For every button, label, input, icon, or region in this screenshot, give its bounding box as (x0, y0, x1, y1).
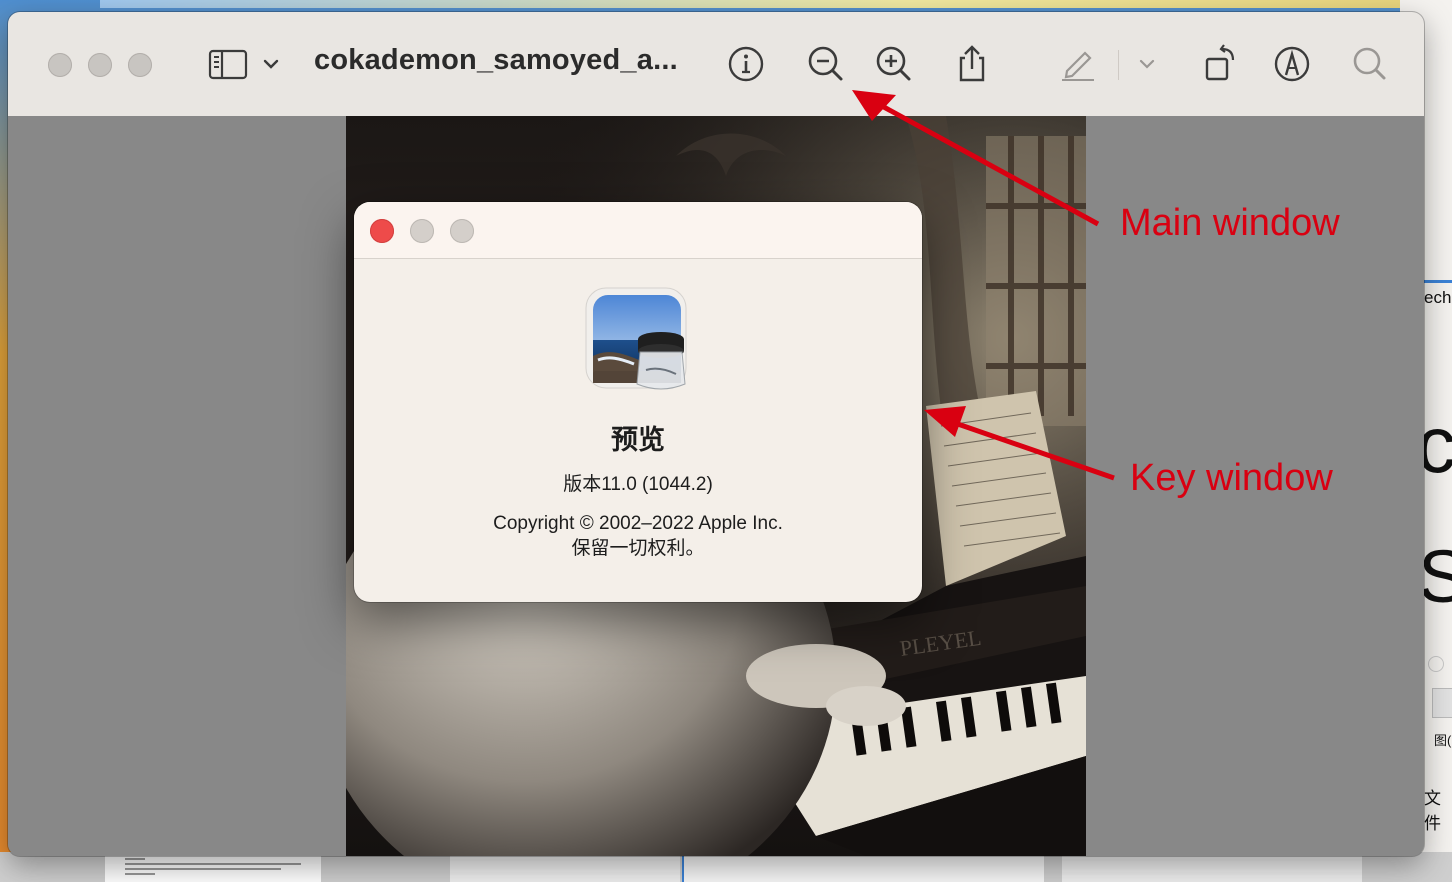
minimize-button[interactable] (88, 53, 112, 77)
background-label: 文件 (1424, 789, 1441, 833)
close-button[interactable] (370, 219, 394, 243)
background-label: 图( (1434, 733, 1452, 748)
close-button[interactable] (48, 53, 72, 77)
background-window-edge (100, 0, 1452, 8)
key-window-annotation: Key window (1130, 457, 1333, 499)
background-panel (450, 855, 680, 882)
background-document-page (105, 855, 321, 882)
dialog-titlebar (354, 202, 922, 259)
chevron-down-icon[interactable] (256, 42, 286, 86)
version-label: 版本11.0 (1044.2) (563, 474, 713, 495)
copyright-line: Copyright © 2002–2022 Apple Inc. (493, 513, 783, 534)
share-icon[interactable] (950, 42, 994, 86)
info-icon[interactable] (724, 42, 768, 86)
background-tab-indicator (1424, 280, 1452, 283)
rights-line: 保留一切权利。 (571, 538, 705, 559)
zoom-button[interactable] (128, 53, 152, 77)
chevron-down-icon[interactable] (1132, 42, 1162, 86)
background-file-icon (1432, 688, 1452, 718)
app-name: 预览 (611, 425, 665, 455)
about-dialog[interactable]: 预览 版本11.0 (1044.2) Copyright © 2002–2022… (354, 202, 922, 602)
minimize-button[interactable] (410, 219, 434, 243)
background-panel (1062, 855, 1362, 882)
background-text: ech (1424, 288, 1452, 307)
zoom-out-icon[interactable] (804, 42, 848, 86)
rotate-icon[interactable] (1198, 42, 1242, 86)
annotate-icon[interactable] (1270, 42, 1314, 86)
sidebar-icon[interactable] (206, 42, 250, 86)
copyright-text: Copyright © 2002–2022 Apple Inc. 保留一切权利。 (354, 511, 922, 561)
markup-pencil-icon[interactable] (1056, 42, 1100, 86)
preview-app-icon (584, 286, 694, 396)
background-panel (682, 855, 1044, 882)
background-radio[interactable] (1428, 656, 1444, 672)
search-icon[interactable] (1348, 42, 1392, 86)
toolbar: cokademon_samoyed_a... (8, 12, 1424, 117)
zoom-button[interactable] (450, 219, 474, 243)
zoom-in-icon[interactable] (872, 42, 916, 86)
document-title[interactable]: cokademon_samoyed_a... (314, 44, 678, 77)
main-window-annotation: Main window (1120, 202, 1340, 244)
toolbar-divider (1118, 50, 1119, 80)
